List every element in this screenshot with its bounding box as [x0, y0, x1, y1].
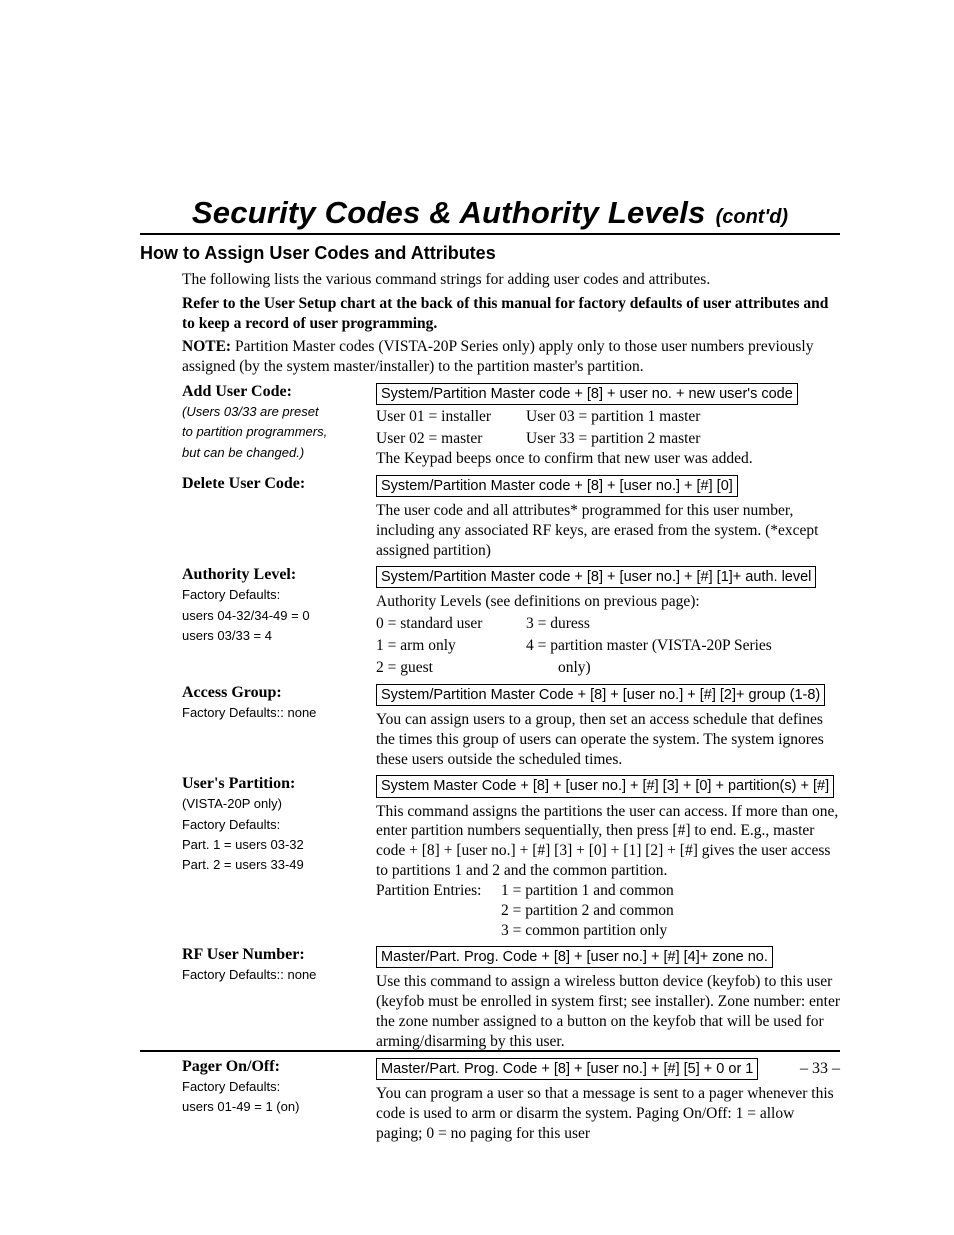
left-note: (Users 03/33 are preset [182, 403, 366, 421]
auth-0: 0 = standard user [376, 614, 526, 634]
auth-intro: Authority Levels (see definitions on pre… [376, 592, 840, 612]
row-delete-user: Delete User Code: System/Partition Maste… [182, 475, 840, 561]
row-desc: You can assign users to a group, then se… [376, 710, 840, 769]
page-title: Security Codes & Authority Levels [192, 195, 706, 230]
note-label: NOTE: [182, 338, 231, 355]
intro-p1: The following lists the various command … [182, 270, 840, 290]
left-note: Factory Defaults:: none [182, 966, 366, 984]
section-heading: How to Assign User Codes and Attributes [140, 243, 840, 264]
user01: User 01 = installer [376, 407, 526, 427]
left-note: users 01-49 = 1 (on) [182, 1098, 366, 1116]
right-col: System/Partition Master code + [8] + use… [376, 383, 840, 469]
left-note: users 04-32/34-49 = 0 [182, 607, 366, 625]
auth-1: 1 = arm only [376, 636, 526, 656]
row-authority-level: Authority Level: Factory Defaults: users… [182, 566, 840, 677]
auth-3: 3 = duress [526, 614, 840, 634]
command-box: System/Partition Master code + [8] + [us… [376, 566, 816, 588]
row-label: RF User Number: [182, 946, 366, 964]
rows-container: Add User Code: (Users 03/33 are preset t… [182, 383, 840, 1143]
left-note: Part. 2 = users 33-49 [182, 856, 366, 874]
command-box: System/Partition Master Code + [8] + [us… [376, 684, 825, 706]
pe-3: 3 = common partition only [501, 921, 674, 941]
page-number: – 33 – [140, 1060, 840, 1078]
command-box: System/Partition Master code + [8] + use… [376, 383, 798, 405]
row-label: Delete User Code: [182, 475, 366, 493]
row-rf-user-number: RF User Number: Factory Defaults:: none … [182, 946, 840, 1051]
note-text: Partition Master codes (VISTA-20P Series… [182, 338, 813, 375]
left-note: Factory Defaults:: none [182, 704, 366, 722]
row-label: Authority Level: [182, 566, 366, 584]
footer-rule [140, 1050, 840, 1052]
pe-label: Partition Entries: [376, 881, 501, 940]
left-note: but can be changed.) [182, 444, 366, 462]
row-label: User's Partition: [182, 775, 366, 793]
page-title-block: Security Codes & Authority Levels (cont'… [140, 195, 840, 235]
left-note: Part. 1 = users 03-32 [182, 836, 366, 854]
intro-p2: Refer to the User Setup chart at the bac… [182, 294, 840, 334]
left-note: Factory Defaults: [182, 586, 366, 604]
left-note: (VISTA-20P only) [182, 795, 366, 813]
pe-2: 2 = partition 2 and common [501, 901, 674, 921]
page-content: Security Codes & Authority Levels (cont'… [140, 195, 840, 1143]
intro-block: The following lists the various command … [182, 270, 840, 377]
pe-1: 1 = partition 1 and common [501, 881, 674, 901]
left-col: Add User Code: (Users 03/33 are preset t… [182, 383, 376, 462]
row-label: Access Group: [182, 684, 366, 702]
row-add-user: Add User Code: (Users 03/33 are preset t… [182, 383, 840, 469]
row-access-group: Access Group: Factory Defaults:: none Sy… [182, 684, 840, 770]
intro-note: NOTE: Partition Master codes (VISTA-20P … [182, 337, 840, 377]
command-box: Master/Part. Prog. Code + [8] + [user no… [376, 946, 773, 968]
beep-text: The Keypad beeps once to confirm that ne… [376, 449, 840, 469]
left-note: to partition programmers, [182, 423, 366, 441]
left-note: Factory Defaults: [182, 816, 366, 834]
row-users-partition: User's Partition: (VISTA-20P only) Facto… [182, 775, 840, 940]
auth-2: 2 = guest [376, 658, 526, 678]
user33: User 33 = partition 2 master [526, 429, 840, 449]
row-desc: Use this command to assign a wireless bu… [376, 972, 840, 1051]
row-desc: You can program a user so that a message… [376, 1084, 840, 1143]
row-label: Add User Code: [182, 383, 366, 401]
left-note: users 03/33 = 4 [182, 627, 366, 645]
row-desc: This command assigns the partitions the … [376, 802, 840, 881]
page-title-cont: (cont'd) [716, 206, 789, 228]
left-note: Factory Defaults: [182, 1078, 366, 1096]
auth-4a: 4 = partition master (VISTA-20P Series [526, 636, 840, 656]
row-desc: The user code and all attributes* progra… [376, 501, 840, 560]
user02: User 02 = master [376, 429, 526, 449]
command-box: System Master Code + [8] + [user no.] + … [376, 775, 834, 797]
user03: User 03 = partition 1 master [526, 407, 840, 427]
command-box: System/Partition Master code + [8] + [us… [376, 475, 738, 497]
auth-4b: only) [526, 658, 840, 678]
